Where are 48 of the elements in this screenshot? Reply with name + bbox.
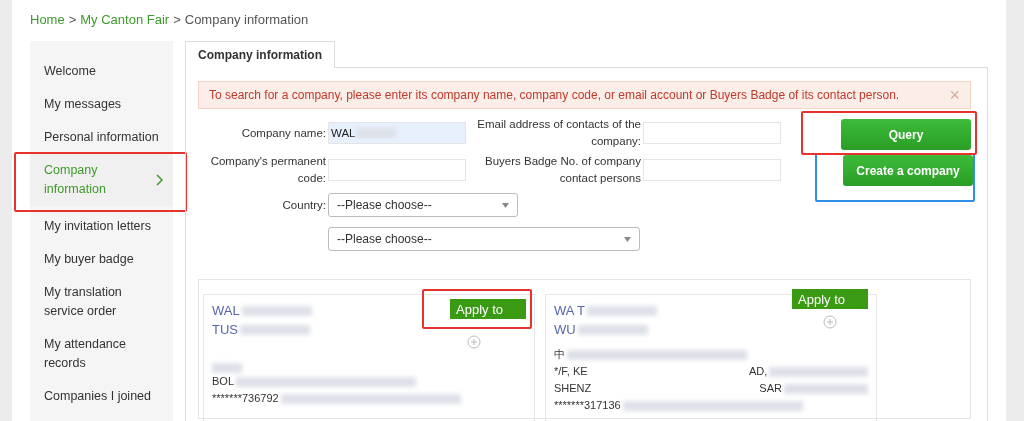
input-field[interactable]	[643, 122, 781, 144]
redaction-blur	[587, 305, 658, 316]
sidebar-item[interactable]: My attendance records	[30, 328, 173, 380]
field-label: Company's permanent code:	[209, 154, 326, 186]
input-field[interactable]	[328, 159, 466, 181]
address-text: BOL	[212, 374, 234, 389]
redaction-blur	[577, 324, 648, 335]
address-text: */F, KE AD,	[554, 364, 768, 379]
field-label: Company name:	[240, 125, 326, 141]
tab[interactable]: Company information	[185, 41, 335, 68]
caret-icon	[502, 202, 509, 208]
sidebar-item[interactable]: My invitation letters	[30, 210, 173, 243]
breadcrumb-separator: >	[173, 12, 181, 27]
breadcrumb-current: Company information	[184, 12, 309, 27]
address-text: *******317136	[554, 398, 621, 413]
input-field[interactable]	[643, 159, 781, 181]
alert-text: To search for a company, please enter its company name, company code, or email account or Buyers Badge of its contact person.	[209, 88, 900, 102]
company-name[interactable]: WA T	[554, 301, 586, 320]
sidebar-item[interactable]: Companies I joined	[30, 380, 173, 413]
field-label: Email address of contacts of the company:	[476, 117, 641, 149]
apply-button[interactable]: Apply to	[792, 289, 868, 309]
sidebar-item[interactable]: My buyer badge	[30, 243, 173, 276]
company-name[interactable]: WAL	[212, 301, 240, 320]
field-label: Buyers Badge No. of company contact persons	[484, 154, 641, 186]
caret-icon	[624, 236, 631, 242]
sidebar-item[interactable]: My messages	[30, 88, 173, 121]
chevron-right-icon	[156, 174, 163, 186]
breadcrumb-link[interactable]: Home	[30, 12, 65, 27]
address-text: SHENZ SAR	[554, 381, 782, 396]
region-select[interactable]: --Please choose--	[328, 227, 640, 251]
field-label: Country:	[281, 197, 326, 213]
sidebar-item[interactable]: Personal information	[30, 121, 173, 154]
breadcrumb-link[interactable]: My Canton Fair	[80, 12, 170, 27]
address-text: 中	[554, 347, 565, 362]
country-select[interactable]: --Please choose--	[328, 193, 518, 217]
sidebar-item[interactable]: My translation service order	[30, 276, 173, 328]
company-name[interactable]: TUS	[212, 320, 238, 339]
redaction-blur	[240, 324, 310, 335]
plus-circle-icon[interactable]	[823, 315, 837, 329]
input-field[interactable]: WAL	[328, 122, 466, 144]
plus-circle-icon[interactable]	[467, 335, 481, 349]
sidebar-item[interactable]: Welcome	[30, 55, 173, 88]
redaction-blur	[212, 363, 242, 373]
company-name[interactable]: WU	[554, 320, 576, 339]
address-text: *******736792	[212, 391, 279, 406]
breadcrumb-separator: >	[68, 12, 77, 27]
redaction-blur	[241, 305, 312, 316]
apply-button[interactable]: Apply to	[450, 299, 526, 319]
